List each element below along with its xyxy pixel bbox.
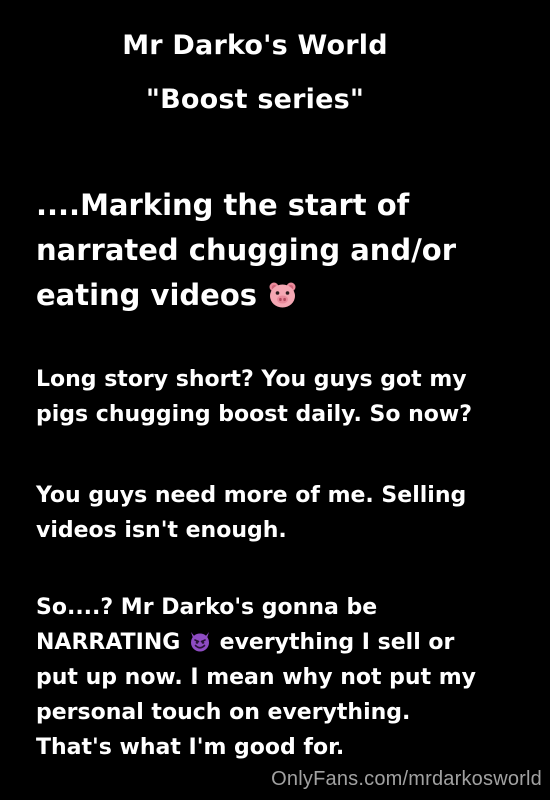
paragraph-3: So....? Mr Darko's gonna be NARRATING ev… bbox=[36, 590, 541, 765]
watermark: OnlyFans.com/mrdarkosworld bbox=[271, 768, 542, 790]
title-line-1: Mr Darko's World bbox=[122, 30, 388, 61]
paragraph-1-line-1: Long story short? You guys got my bbox=[36, 367, 467, 392]
paragraph-2-line-2: videos isn't enough. bbox=[36, 518, 287, 543]
heading-line-3: eating videos bbox=[36, 278, 257, 312]
paragraph-3-line-2: NARRATING everything I sell or bbox=[36, 625, 541, 660]
heading: ....Marking the start of narrated chuggi… bbox=[36, 183, 536, 318]
paragraph-2-line-1: You guys need more of me. Selling bbox=[36, 483, 467, 508]
paragraph-3-line-4: personal touch on everything. bbox=[36, 700, 411, 725]
paragraph-1: Long story short? You guys got my pigs c… bbox=[36, 362, 541, 432]
paragraph-3-line-3: put up now. I mean why not put my bbox=[36, 665, 477, 690]
paragraph-2: You guys need more of me. Selling videos… bbox=[36, 478, 541, 548]
paragraph-3-line-5: That's what I'm good for. bbox=[36, 735, 345, 760]
heading-line-3-wrap: eating videos bbox=[36, 273, 536, 318]
heading-line-2: narrated chugging and/or bbox=[36, 233, 457, 267]
paragraph-3-line-2-rest: everything I sell or bbox=[211, 630, 455, 655]
narrating-text: NARRATING bbox=[36, 630, 181, 655]
paragraph-1-line-2: pigs chugging boost daily. So now? bbox=[36, 402, 473, 427]
heading-line-1: ....Marking the start of bbox=[36, 188, 410, 222]
smiling-devil-icon bbox=[189, 628, 211, 652]
pig-face-icon bbox=[269, 276, 296, 308]
paragraph-3-line-1: So....? Mr Darko's gonna be bbox=[36, 595, 378, 620]
title-line-2: "Boost series" bbox=[145, 84, 365, 115]
